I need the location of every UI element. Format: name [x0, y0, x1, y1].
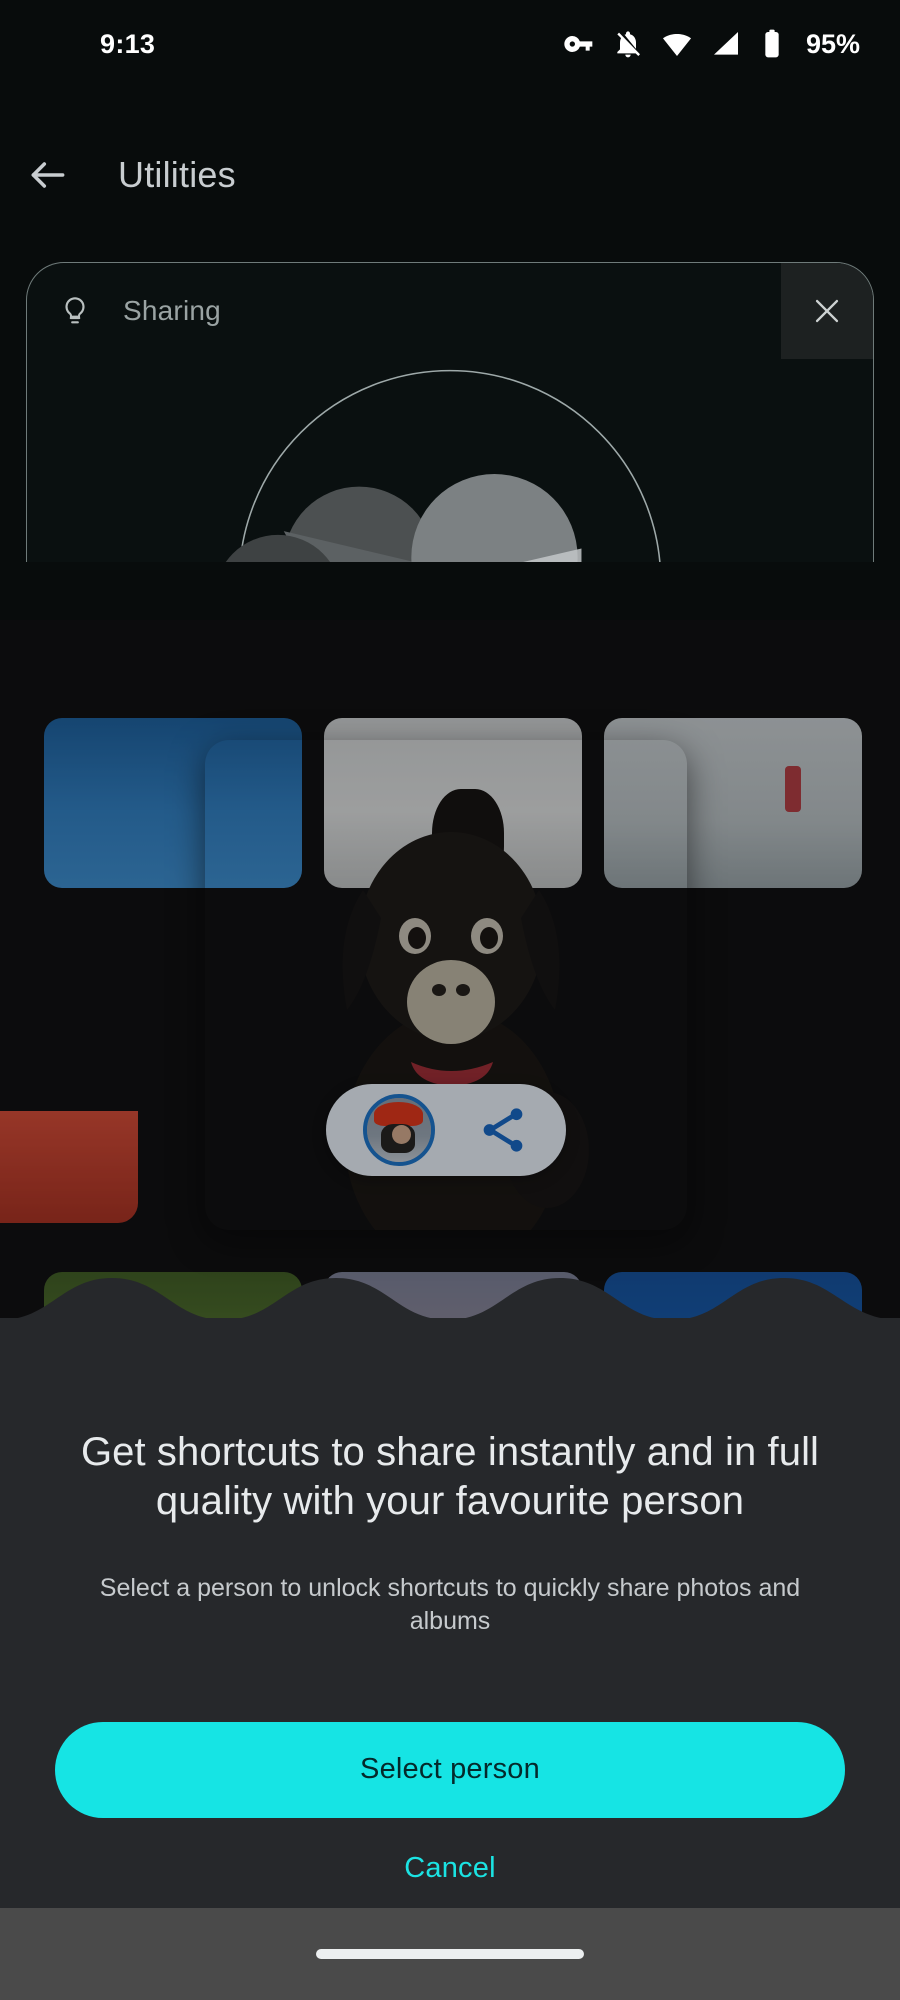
notifications-muted-icon — [617, 31, 640, 58]
vpn-key-icon — [564, 36, 593, 52]
status-bar: 9:13 95% — [0, 0, 900, 88]
sheet-subtitle: Select a person to unlock shortcuts to q… — [99, 1573, 801, 1635]
sheet-wave-edge — [0, 1276, 900, 1320]
lightbulb-icon — [27, 294, 123, 328]
search-input[interactable]: Sharing — [123, 295, 221, 327]
empty-state-illustration — [27, 359, 873, 562]
gesture-nav-bar — [0, 1908, 900, 2000]
photo-tile[interactable] — [0, 793, 138, 1223]
signal-icon — [713, 32, 738, 55]
search-clear-button[interactable] — [781, 263, 873, 359]
wifi-icon — [662, 34, 691, 56]
cancel-button[interactable]: Cancel — [404, 1852, 495, 1885]
close-icon — [815, 299, 839, 323]
bottom-sheet: Get shortcuts to share instantly and in … — [0, 1278, 900, 1908]
status-time: 9:13 — [100, 28, 156, 59]
home-gesture-handle[interactable] — [316, 1949, 584, 1959]
back-arrow-icon — [31, 162, 65, 188]
back-button[interactable] — [0, 130, 96, 220]
app-screen: 9:13 95% Utilities Sharing Get shortcuts… — [0, 0, 900, 2000]
battery-icon — [765, 29, 779, 58]
select-person-button[interactable]: Select person — [55, 1721, 845, 1818]
search-row[interactable]: Sharing — [27, 263, 873, 359]
search-field-container: Sharing — [26, 262, 874, 562]
status-icons: 95% — [563, 28, 860, 60]
hero-photo-card[interactable] — [205, 740, 687, 1230]
sheet-title: Get shortcuts to share instantly and in … — [80, 1430, 820, 1523]
share-icon[interactable] — [476, 1103, 530, 1157]
battery-percent: 95% — [805, 28, 860, 59]
person-avatar[interactable] — [362, 1094, 435, 1166]
share-shortcut-pill[interactable] — [326, 1084, 566, 1176]
page-title: Utilities — [118, 154, 236, 195]
photo-tile[interactable] — [772, 803, 900, 1233]
app-bar: Utilities — [0, 130, 900, 220]
